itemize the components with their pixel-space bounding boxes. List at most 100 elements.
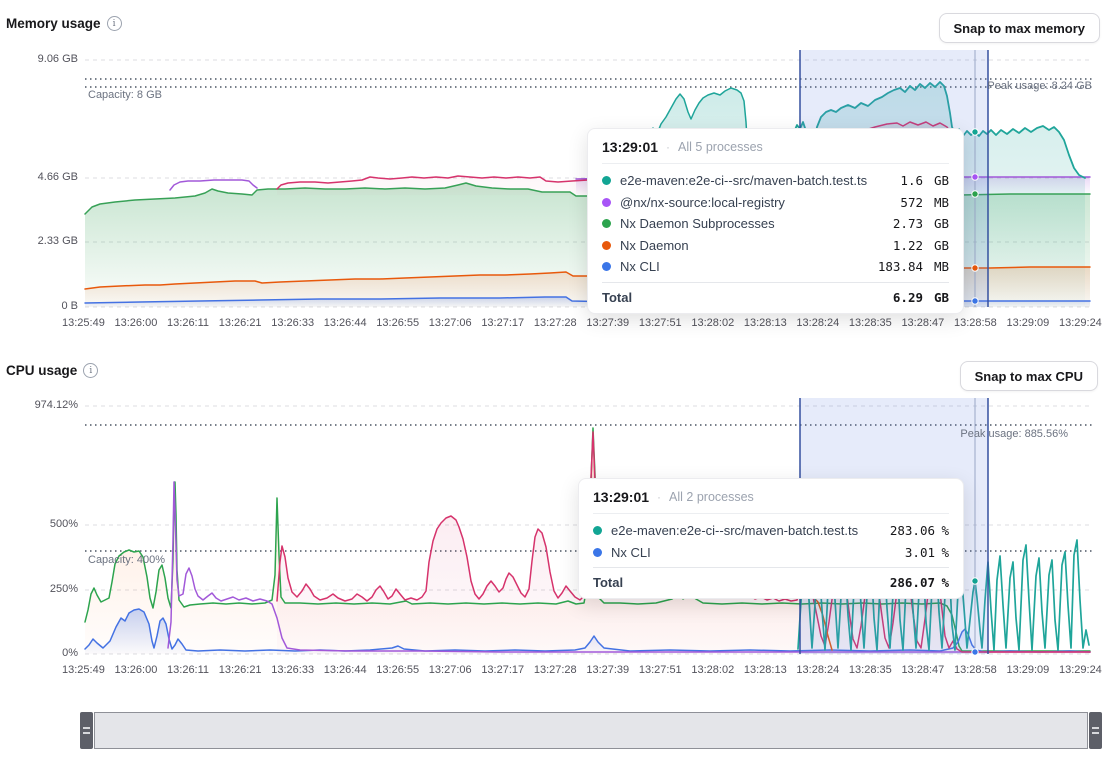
memory-x-tick: 13:28:02 (691, 317, 734, 329)
memory-x-tick: 13:26:55 (376, 317, 419, 329)
tooltip-time: 13:29:01 (602, 139, 658, 155)
series-dot (602, 176, 611, 185)
tooltip-row: Nx Daemon Subprocesses 2.73 GB (602, 213, 949, 235)
tooltip-row: @nx/nx-source:local-registry 572 MB (602, 192, 949, 214)
cpu-usage-title-text: CPU usage (6, 363, 77, 378)
cpu-capacity-label: Capacity: 400% (88, 554, 165, 566)
time-range-brush[interactable] (80, 712, 1102, 749)
tooltip-separator: · (666, 140, 670, 154)
memory-x-tick: 13:26:21 (219, 317, 262, 329)
tooltip-row: Nx CLI 3.01 % (593, 542, 949, 564)
cpu-x-tick: 13:29:24 (1059, 664, 1102, 676)
tooltip-time: 13:29:01 (593, 489, 649, 505)
series-line-local-registry-early (170, 180, 257, 190)
memory-capacity-label: Capacity: 8 GB (88, 89, 162, 101)
memory-y-tick: 2.33 GB (0, 235, 78, 247)
tooltip-row: e2e-maven:e2e-ci--src/maven-batch.test.t… (602, 170, 949, 192)
memory-x-tick: 13:27:06 (429, 317, 472, 329)
brush-left-handle[interactable] (80, 712, 93, 749)
cpu-x-tick: 13:28:35 (849, 664, 892, 676)
cpu-x-tick: 13:28:47 (901, 664, 944, 676)
memory-x-tick: 13:26:00 (115, 317, 158, 329)
memory-x-tick: 13:26:33 (271, 317, 314, 329)
memory-usage-title-text: Memory usage (6, 16, 101, 31)
info-icon[interactable]: i (83, 363, 98, 378)
cpu-tooltip: 13:29:01 · All 2 processes e2e-maven:e2e… (578, 478, 964, 599)
brush-right-handle[interactable] (1089, 712, 1102, 749)
memory-x-tick: 13:25:49 (62, 317, 105, 329)
grip-icon (83, 727, 90, 734)
tooltip-subtitle: All 5 processes (678, 140, 763, 154)
tooltip-total-row: Total 6.29 GB (602, 282, 949, 313)
cpu-x-axis: 13:25:49 13:26:00 13:26:11 13:26:21 13:26:33… (62, 664, 1102, 676)
cpu-x-tick: 13:26:00 (115, 664, 158, 676)
snap-to-max-cpu-button[interactable]: Snap to max CPU (960, 361, 1098, 391)
cpu-x-tick: 13:29:09 (1006, 664, 1049, 676)
hover-dot (972, 649, 978, 655)
info-icon[interactable]: i (107, 16, 122, 31)
memory-peak-label: Peak usage: 8.24 GB (987, 80, 1092, 92)
memory-x-tick: 13:28:58 (954, 317, 997, 329)
series-dot (602, 262, 611, 271)
cpu-x-tick: 13:27:06 (429, 664, 472, 676)
memory-section-header: Memory usage i Snap to max memory (0, 12, 1118, 44)
memory-y-tick: 9.06 GB (0, 53, 78, 65)
series-dot (602, 219, 611, 228)
memory-y-tick: 4.66 GB (0, 171, 78, 183)
memory-x-tick: 13:28:47 (901, 317, 944, 329)
tooltip-separator: · (657, 490, 661, 504)
memory-x-tick: 13:27:17 (481, 317, 524, 329)
cpu-x-tick: 13:28:02 (691, 664, 734, 676)
memory-x-tick: 13:26:11 (167, 317, 209, 329)
cpu-tooltip-header: 13:29:01 · All 2 processes (593, 479, 949, 514)
series-dot (602, 241, 611, 250)
hover-dot (972, 174, 978, 180)
cpu-y-tick: 0% (0, 647, 78, 659)
cpu-x-tick: 13:26:55 (376, 664, 419, 676)
memory-x-tick: 13:26:44 (324, 317, 367, 329)
cpu-x-tick: 13:26:21 (219, 664, 262, 676)
memory-x-tick: 13:28:13 (744, 317, 787, 329)
cpu-x-tick: 13:25:49 (62, 664, 105, 676)
nx-profiler-page: Memory usage i Snap to max memory 9.06 G… (0, 0, 1118, 761)
cpu-y-tick: 250% (0, 583, 78, 595)
memory-tooltip: 13:29:01 · All 5 processes e2e-maven:e2e… (587, 128, 964, 314)
cpu-x-tick: 13:27:39 (586, 664, 629, 676)
cpu-section-header: CPU usage i Snap to max CPU (0, 359, 1118, 391)
cpu-x-tick: 13:27:51 (639, 664, 682, 676)
snap-to-max-memory-button[interactable]: Snap to max memory (939, 13, 1101, 43)
memory-x-tick: 13:27:28 (534, 317, 577, 329)
hover-dot (972, 191, 978, 197)
cpu-x-tick: 13:27:17 (481, 664, 524, 676)
series-dot (602, 198, 611, 207)
cpu-x-tick: 13:28:58 (954, 664, 997, 676)
hover-dot (972, 298, 978, 304)
cpu-usage-title: CPU usage i (6, 363, 98, 378)
memory-usage-title: Memory usage i (6, 16, 122, 31)
tooltip-row: Nx CLI 183.84 MB (602, 256, 949, 278)
memory-tooltip-header: 13:29:01 · All 5 processes (602, 129, 949, 164)
cpu-x-tick: 13:26:11 (167, 664, 209, 676)
memory-x-tick: 13:27:51 (639, 317, 682, 329)
cpu-x-tick: 13:26:44 (324, 664, 367, 676)
tooltip-total-row: Total 286.07 % (593, 567, 949, 598)
tooltip-subtitle: All 2 processes (669, 490, 754, 504)
cpu-x-tick: 13:27:28 (534, 664, 577, 676)
tooltip-row: e2e-maven:e2e-ci--src/maven-batch.test.t… (593, 520, 949, 542)
memory-x-tick: 13:29:24 (1059, 317, 1102, 329)
memory-x-tick: 13:28:35 (849, 317, 892, 329)
hover-dot (972, 129, 978, 135)
cpu-x-tick: 13:26:33 (271, 664, 314, 676)
hover-dot (972, 265, 978, 271)
cpu-y-tick: 974.12% (0, 399, 78, 411)
series-dot (593, 548, 602, 557)
brush-track[interactable] (94, 712, 1088, 749)
cpu-peak-label: Peak usage: 885.56% (960, 428, 1068, 440)
tooltip-row: Nx Daemon 1.22 GB (602, 235, 949, 257)
hover-dot (972, 578, 978, 584)
cpu-y-tick: 500% (0, 518, 78, 530)
memory-x-tick: 13:27:39 (586, 317, 629, 329)
memory-y-tick: 0 B (0, 300, 78, 312)
series-dot (593, 526, 602, 535)
cpu-x-tick: 13:28:13 (744, 664, 787, 676)
